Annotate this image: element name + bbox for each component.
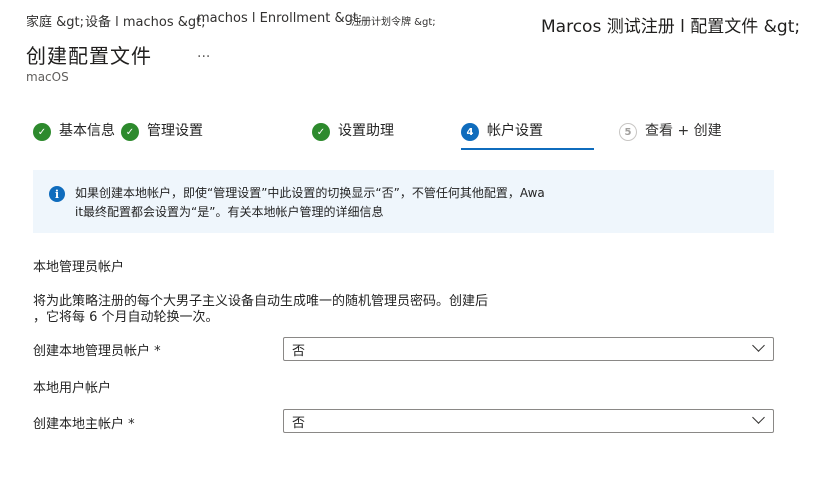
step-number-badge: 5 (619, 123, 637, 141)
create-local-admin-label: 创建本地管理员帐户 * (33, 344, 161, 359)
step-number-badge: 4 (461, 123, 479, 141)
step-label: 查看 + 创建 (645, 123, 722, 139)
create-local-primary-label: 创建本地主帐户 * (33, 417, 135, 432)
breadcrumb-enrollment[interactable]: machos l Enrollment &gt; (197, 11, 362, 26)
page-title: 创建配置文件 (26, 44, 152, 68)
breadcrumb-home[interactable]: 家庭 &gt; (26, 11, 84, 30)
checkmark-icon: ✓ (121, 123, 139, 141)
window-title: Marcos 测试注册 l 配置文件 &gt; (541, 17, 801, 37)
breadcrumb-devices[interactable]: 设备 l machos &gt; (85, 11, 206, 30)
info-text-line2[interactable]: it最终配置都会设置为“是”。有关本地帐户管理的详细信息 (75, 203, 383, 220)
checkmark-icon: ✓ (312, 123, 330, 141)
info-text-line1: 如果创建本地帐户，即使“管理设置”中此设置的切换显示“否”，不管任何其他配置，A… (75, 186, 545, 200)
chevron-down-icon (752, 411, 765, 424)
checkmark-icon: ✓ (33, 123, 51, 141)
local-admin-heading: 本地管理员帐户 (33, 260, 125, 275)
step-label: 基本信息 (59, 123, 115, 139)
more-options-button[interactable]: ... (197, 45, 210, 61)
local-user-heading: 本地用户帐户 (33, 381, 112, 396)
breadcrumb-plan[interactable]: 注册计划令牌 &gt; (351, 13, 436, 28)
active-step-indicator (461, 148, 594, 150)
step-label: 管理设置 (147, 123, 203, 139)
dropdown-value: 否 (292, 344, 306, 359)
page-subtitle: macOS (26, 70, 69, 84)
chevron-down-icon (752, 339, 765, 352)
info-icon: i (49, 186, 65, 202)
step-label: 帐户设置 (487, 123, 543, 139)
dropdown-value: 否 (292, 416, 306, 431)
local-admin-description-line2: ，它将每 6 个月自动轮换一次。 (33, 310, 219, 325)
info-banner: i 如果创建本地帐户，即使“管理设置”中此设置的切换显示“否”，不管任何其他配置… (33, 170, 774, 233)
create-local-admin-dropdown[interactable]: 否 (283, 337, 774, 361)
create-local-primary-dropdown[interactable]: 否 (283, 409, 774, 433)
step-label: 设置助理 (338, 123, 394, 139)
